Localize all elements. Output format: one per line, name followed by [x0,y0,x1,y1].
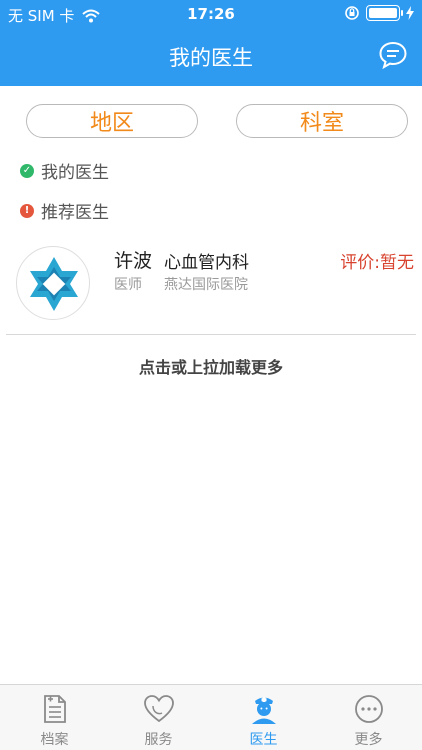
doctor-list-item[interactable]: 许波 心血管内科 医师 燕达国际医院 评价:暂无 [0,238,422,334]
status-right [344,5,414,21]
rotation-lock-icon [345,6,359,20]
doctor-name: 许波 [114,250,153,272]
my-doctors-section[interactable]: ✓ 我的医生 [20,158,109,183]
check-icon: ✓ [20,163,34,178]
charging-icon [406,6,414,20]
tab-services-label: 服务 [144,732,173,748]
tab-doctors-label: 医生 [249,732,278,748]
load-more-button[interactable]: 点击或上拉加载更多 [0,354,422,378]
tab-services[interactable]: 服务 [106,685,211,750]
doctor-rating: 评价:暂无 [340,253,414,273]
top-bar: 无 SIM 卡 17:26 我的医生 [0,0,422,86]
doctor-title: 医师 [114,277,142,293]
nurse-icon [251,697,276,724]
message-icon[interactable] [378,40,408,70]
recommended-doctors-label: 推荐医生 [41,203,109,223]
tab-records[interactable]: 档案 [2,685,107,750]
more-icon [354,695,383,723]
avatar [16,246,90,320]
battery-icon [366,5,403,21]
alert-icon: ! [20,203,34,218]
recommended-doctors-section[interactable]: ! 推荐医生 [20,198,109,223]
status-bar: 无 SIM 卡 17:26 [0,0,422,30]
my-doctors-label: 我的医生 [41,163,109,183]
document-icon [43,695,66,723]
region-filter-button[interactable]: 地区 [26,104,198,138]
tab-records-label: 档案 [40,732,69,748]
tab-more-label: 更多 [354,732,383,748]
doctor-hospital: 燕达国际医院 [164,277,248,293]
heart-icon [143,695,174,723]
doctor-logo-icon [30,257,78,311]
tab-doctors[interactable]: 医生 [211,685,316,750]
tab-more[interactable]: 更多 [316,685,421,750]
list-divider [6,334,416,335]
doctor-department: 心血管内科 [164,253,249,273]
department-filter-button[interactable]: 科室 [236,104,408,138]
page-title: 我的医生 [169,46,253,70]
tab-bar: 档案 服务 医生 更多 [0,684,422,750]
